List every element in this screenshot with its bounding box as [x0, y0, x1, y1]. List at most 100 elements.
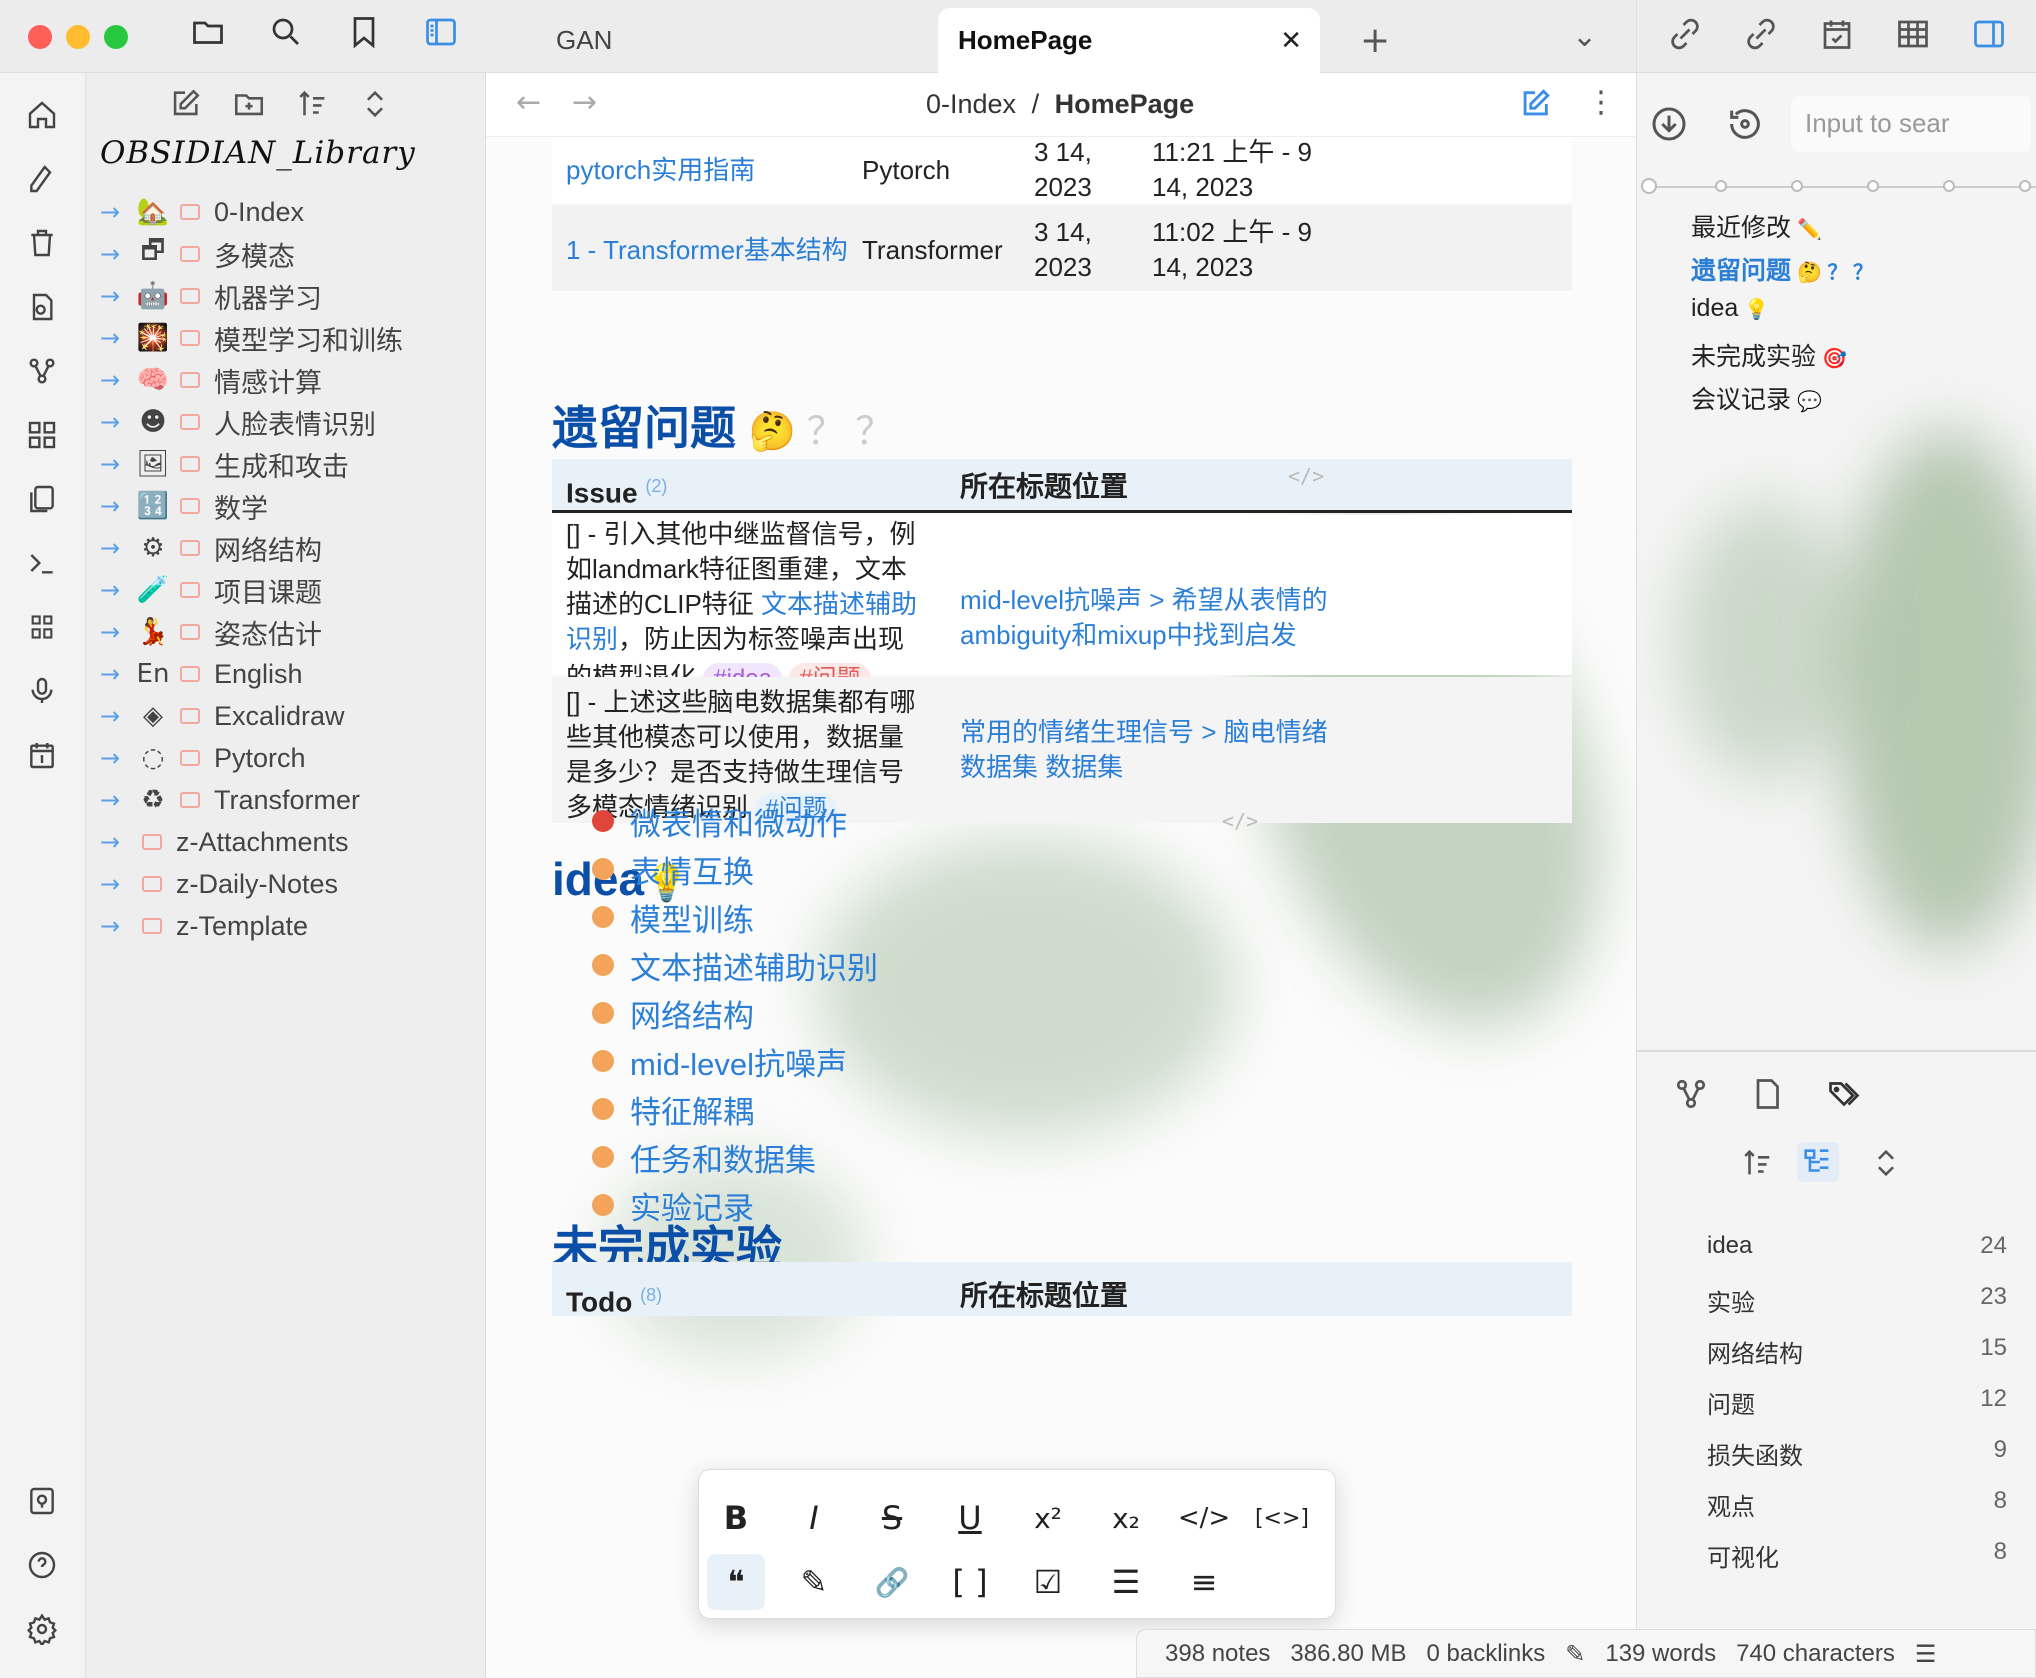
expand-collapse-icon[interactable] — [1869, 1146, 1903, 1185]
forward-arrow-icon[interactable]: → — [572, 85, 597, 120]
link-in-icon[interactable] — [1667, 16, 1703, 57]
close-window-button[interactable] — [28, 25, 52, 49]
expand-arrow-icon[interactable]: → — [100, 912, 134, 940]
tree-item-folder[interactable]: → z-Template — [100, 900, 308, 952]
more-options-icon[interactable]: ⋮ — [1586, 85, 1616, 120]
idea-link[interactable]: 网络结构 — [630, 991, 754, 1036]
tag-row[interactable]: 损失函数 9 — [1707, 1436, 2007, 1471]
edit-mode-icon[interactable] — [1518, 87, 1552, 126]
strikethrough-button[interactable]: S — [863, 1490, 921, 1546]
outline-search-input[interactable]: Input to sear — [1791, 96, 2031, 152]
vault-icon[interactable] — [20, 1479, 64, 1523]
new-folder-icon[interactable] — [232, 87, 266, 129]
help-icon[interactable] — [20, 1543, 64, 1587]
calendar-grid-icon[interactable] — [20, 605, 64, 649]
superscript-button[interactable]: x² — [1019, 1490, 1077, 1546]
bullet-list-button[interactable]: ☰ — [1097, 1554, 1155, 1610]
tag-row[interactable]: 实验 23 — [1707, 1283, 2007, 1318]
tag-row[interactable]: 可视化 8 — [1707, 1538, 2007, 1573]
code-view-icon[interactable]: </> — [1288, 459, 1324, 494]
outline-item[interactable]: 会议记录 💬 — [1691, 380, 1822, 416]
expand-arrow-icon[interactable]: → — [100, 198, 134, 226]
link-button[interactable]: 🔗 — [863, 1554, 921, 1610]
expand-arrow-icon[interactable]: → — [100, 828, 134, 856]
underline-button[interactable]: U — [941, 1490, 999, 1546]
code-block-button[interactable]: [<>] — [1253, 1490, 1311, 1546]
idea-link[interactable]: 模型训练 — [630, 895, 754, 940]
highlight-button[interactable]: ✎ — [785, 1554, 843, 1610]
collapse-icon[interactable] — [358, 87, 392, 129]
sort-icon[interactable] — [296, 87, 330, 129]
vault-name[interactable]: OBSIDIAN_Library — [100, 135, 416, 171]
new-note-icon[interactable] — [168, 87, 202, 129]
file-icon[interactable] — [1749, 1076, 1785, 1117]
bookmark-icon[interactable] — [346, 14, 382, 58]
sidebar-toggle-icon[interactable] — [422, 14, 460, 58]
outline-item[interactable]: idea 💡 — [1691, 294, 1769, 323]
tab-homepage[interactable]: HomePage ✕ — [938, 8, 1320, 73]
expand-arrow-icon[interactable]: → — [100, 786, 134, 814]
expand-arrow-icon[interactable]: → — [100, 534, 134, 562]
outline-item[interactable]: 未完成实验 🎯 — [1691, 337, 1847, 373]
search-icon[interactable] — [268, 14, 304, 58]
breadcrumb-current[interactable]: HomePage — [1055, 89, 1195, 119]
checkbox-button[interactable]: ☑ — [1019, 1554, 1077, 1610]
close-tab-icon[interactable]: ✕ — [1280, 26, 1302, 56]
expand-arrow-icon[interactable]: → — [100, 618, 134, 646]
wikilink-button[interactable]: [ ] — [941, 1554, 999, 1610]
expand-arrow-icon[interactable]: → — [100, 492, 134, 520]
mic-icon[interactable] — [20, 669, 64, 713]
terminal-icon[interactable] — [20, 541, 64, 585]
inline-code-button[interactable]: </> — [1175, 1490, 1233, 1546]
code-view-icon[interactable]: </> — [1222, 809, 1258, 833]
expand-arrow-icon[interactable]: → — [100, 366, 134, 394]
heading-location-link[interactable]: mid-level抗噪声 > 希望从表情的ambiguity和mixup中找到启… — [960, 583, 1340, 653]
expand-arrow-icon[interactable]: → — [100, 702, 134, 730]
tab-list-chevron-icon[interactable]: ⌄ — [1572, 4, 1597, 69]
outline-level-slider[interactable] — [1641, 178, 2036, 194]
settings-icon[interactable] — [20, 1607, 64, 1651]
breadcrumb-parent[interactable]: 0-Index — [926, 89, 1016, 119]
quote-button[interactable]: ❝ — [707, 1554, 765, 1610]
expand-arrow-icon[interactable]: → — [100, 744, 134, 772]
heading-location-link[interactable]: 常用的情绪生理信号 > 脑电情绪数据集 数据集 — [960, 715, 1330, 785]
table-icon[interactable] — [1895, 16, 1931, 57]
maximize-window-button[interactable] — [104, 25, 128, 49]
sort-icon[interactable] — [1741, 1146, 1775, 1185]
tab-gan[interactable]: GAN — [556, 8, 612, 73]
new-tab-icon[interactable]: + — [1360, 8, 1390, 73]
bold-button[interactable]: B — [707, 1490, 765, 1546]
expand-arrow-icon[interactable]: → — [100, 282, 134, 310]
tag-row[interactable]: 网络结构 15 — [1707, 1334, 2007, 1369]
idea-link[interactable]: 微表情和微动作 — [630, 799, 847, 844]
expand-arrow-icon[interactable]: → — [100, 576, 134, 604]
home-icon[interactable] — [20, 93, 64, 137]
idea-link[interactable]: 任务和数据集 — [630, 1135, 816, 1180]
idea-link[interactable]: mid-level抗噪声 — [630, 1039, 847, 1084]
note-link[interactable]: 1 - Transformer基本结构 — [566, 235, 848, 265]
tags-icon[interactable] — [1825, 1076, 1863, 1117]
note-link[interactable]: pytorch实用指南 — [566, 155, 755, 185]
subscript-button[interactable]: x₂ — [1097, 1490, 1155, 1546]
download-icon[interactable] — [1649, 104, 1689, 149]
expand-arrow-icon[interactable]: → — [100, 324, 134, 352]
tag-row[interactable]: 观点 8 — [1707, 1487, 2007, 1522]
minimize-window-button[interactable] — [66, 25, 90, 49]
tree-view-icon[interactable] — [1797, 1142, 1839, 1182]
idea-link[interactable]: 表情互换 — [630, 847, 754, 892]
expand-arrow-icon[interactable]: → — [100, 240, 134, 268]
idea-link[interactable]: 文本描述辅助识别 — [630, 943, 878, 988]
back-arrow-icon[interactable]: ← — [516, 85, 541, 120]
folder-icon[interactable] — [190, 14, 226, 58]
idea-link[interactable]: 特征解耦 — [630, 1087, 754, 1132]
graph-icon[interactable] — [1673, 1076, 1709, 1117]
outline-item[interactable]: 最近修改 ✏️ — [1691, 208, 1822, 244]
graph-icon[interactable] — [20, 349, 64, 393]
italic-button[interactable]: I — [785, 1490, 843, 1546]
tag-row[interactable]: 问题 12 — [1707, 1385, 2007, 1420]
history-icon[interactable] — [1725, 104, 1765, 149]
list-icon[interactable]: ☰ — [1915, 1640, 1937, 1668]
calendar-icon[interactable] — [20, 733, 64, 777]
numbered-list-button[interactable]: ≡ — [1175, 1554, 1233, 1610]
expand-arrow-icon[interactable]: → — [100, 408, 134, 436]
